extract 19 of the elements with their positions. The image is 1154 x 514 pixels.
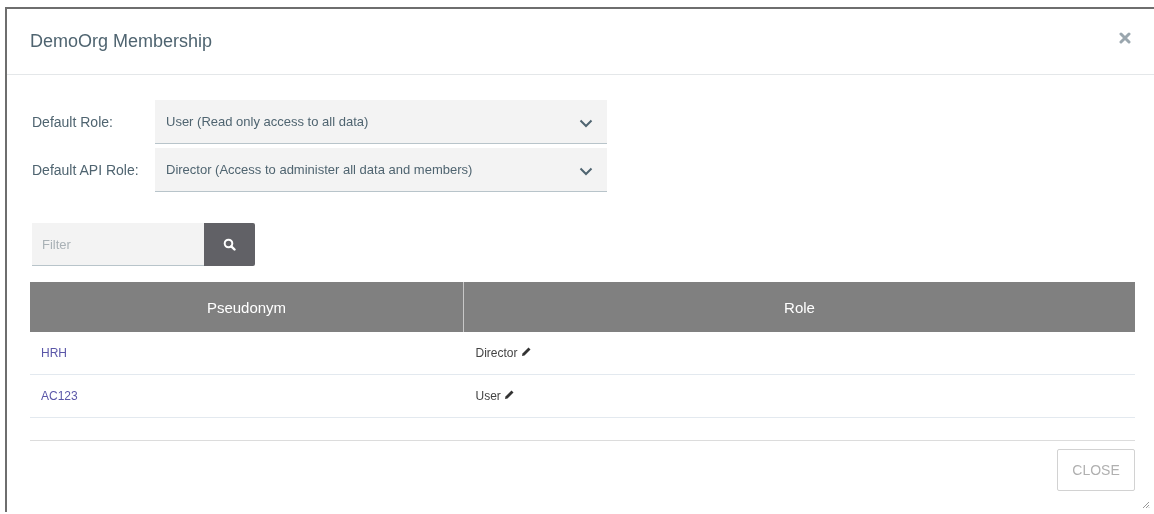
field-label: Default API Role: (31, 162, 140, 178)
chevron-down-icon (579, 167, 593, 176)
dialog-title: DemoOrg Membership (30, 31, 213, 52)
column-header: Role (463, 282, 1135, 332)
search-button[interactable] (204, 223, 255, 266)
role-text: User (475, 389, 501, 403)
dropdown[interactable]: User (Read only access to all data) (155, 100, 607, 144)
pencil-icon[interactable] (520, 345, 532, 357)
role-text: Director (475, 346, 518, 360)
pencil-icon[interactable] (503, 388, 515, 400)
filter-field[interactable]: Filter (32, 223, 204, 266)
column-header: Pseudonym (30, 282, 464, 332)
search-icon (223, 238, 236, 251)
pseudonym-link[interactable]: HRH (41, 346, 67, 360)
field-label: Default Role: (31, 114, 114, 130)
dropdown[interactable]: Director (Access to administer all data and members) (155, 148, 607, 192)
pseudonym-link[interactable]: AC123 (41, 389, 78, 403)
resize-grip-icon[interactable] (1142, 501, 1150, 509)
chevron-down-icon (579, 119, 593, 128)
